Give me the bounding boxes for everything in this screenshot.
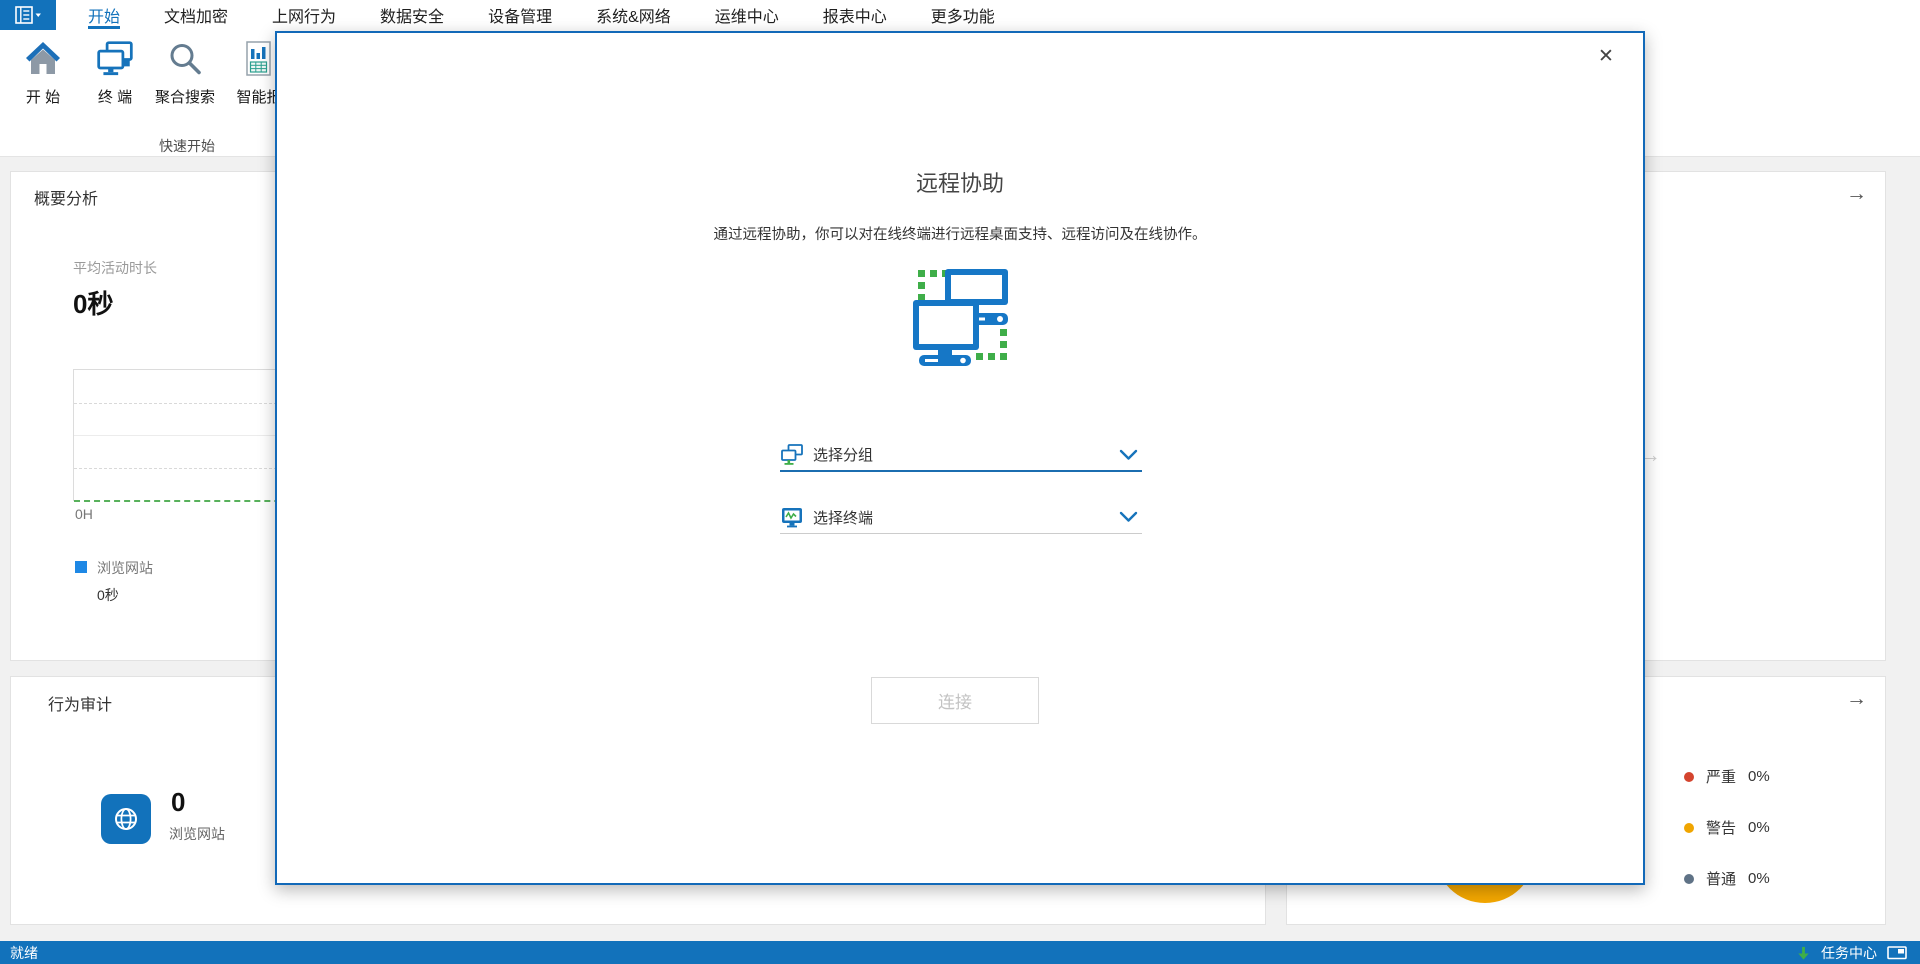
chevron-down-icon	[1119, 449, 1138, 461]
alarm-legend-warning: 警告 0%	[1684, 817, 1770, 838]
terminal-select[interactable]: 选择终端	[780, 501, 1142, 534]
group-select-placeholder: 选择分组	[813, 444, 873, 465]
dialog-title: 远程协助	[277, 166, 1643, 198]
warning-dot	[1684, 823, 1694, 833]
ribbon-search-label: 聚合搜索	[155, 86, 215, 107]
browse-web-count: 0	[171, 787, 185, 818]
tab-ops-center[interactable]: 运维中心	[715, 0, 779, 30]
summary-panel-title: 概要分析	[34, 185, 98, 209]
tab-report-center[interactable]: 报表中心	[823, 0, 887, 30]
status-bar: 就绪 任务中心	[0, 941, 1920, 964]
browse-web-tile[interactable]	[101, 794, 151, 844]
menu-bar: 开始 文档加密 上网行为 数据安全 设备管理 系统&网络 运维中心 报表中心 更…	[0, 0, 1920, 30]
globe-icon	[112, 805, 140, 833]
terminal-monitor-icon	[780, 506, 804, 529]
home-icon	[23, 39, 63, 79]
download-arrow-icon	[1796, 945, 1811, 961]
legend-label: 浏览网站	[97, 558, 153, 578]
tab-web-behavior[interactable]: 上网行为	[272, 0, 336, 30]
tab-data-security[interactable]: 数据安全	[380, 0, 444, 30]
task-window-icon[interactable]	[1887, 945, 1908, 960]
search-icon	[166, 41, 204, 79]
severe-label: 严重	[1706, 766, 1736, 787]
severe-dot	[1684, 772, 1694, 782]
ribbon-search-button[interactable]: 聚合搜索	[152, 37, 218, 107]
severe-value: 0%	[1748, 768, 1770, 785]
tab-system-network[interactable]: 系统&网络	[596, 0, 671, 30]
avg-activity-label: 平均活动时长	[73, 258, 157, 278]
ribbon-terminal-label: 终 端	[98, 86, 132, 107]
tab-device-management[interactable]: 设备管理	[488, 0, 552, 30]
chevron-down-icon	[1119, 511, 1138, 523]
smart-report-icon	[240, 39, 278, 79]
ribbon-start-label: 开 始	[26, 86, 60, 107]
group-monitors-icon	[780, 443, 804, 466]
app-document-icon	[15, 6, 42, 25]
connect-button[interactable]: 连接	[871, 677, 1039, 724]
ribbon-group-label: 快速开始	[120, 136, 254, 156]
tab-more-functions[interactable]: 更多功能	[931, 0, 995, 30]
menu-tabs: 开始 文档加密 上网行为 数据安全 设备管理 系统&网络 运维中心 报表中心 更…	[88, 0, 995, 30]
app-menu-button[interactable]	[0, 0, 56, 30]
ribbon-terminal-button[interactable]: 终 端	[82, 37, 148, 107]
panel-forward-arrow[interactable]: →	[1846, 687, 1867, 711]
terminal-select-placeholder: 选择终端	[813, 507, 873, 528]
tab-start[interactable]: 开始	[88, 0, 120, 30]
alarm-legend-normal: 普通 0%	[1684, 868, 1770, 889]
normal-value: 0%	[1748, 870, 1770, 887]
remote-computers-illustration	[910, 267, 1010, 378]
task-center-link[interactable]: 任务中心	[1821, 943, 1877, 963]
status-right-group: 任务中心	[1796, 943, 1908, 963]
warning-value: 0%	[1748, 819, 1770, 836]
tab-doc-encryption[interactable]: 文档加密	[164, 0, 228, 30]
alarm-legend-severe: 严重 0%	[1684, 766, 1770, 787]
avg-activity-value: 0秒	[73, 284, 113, 321]
legend-value: 0秒	[97, 585, 119, 605]
browse-web-label: 浏览网站	[169, 824, 225, 844]
terminals-icon	[95, 39, 135, 79]
dialog-description: 通过远程协助，你可以对在线终端进行远程桌面支持、远程访问及在线协作。	[277, 223, 1643, 244]
remote-assistance-dialog: ✕ 远程协助 通过远程协助，你可以对在线终端进行远程桌面支持、远程访问及在线协作…	[275, 31, 1645, 885]
panel-forward-arrow[interactable]: →	[1846, 182, 1867, 206]
app-window: 开始 文档加密 上网行为 数据安全 设备管理 系统&网络 运维中心 报表中心 更…	[0, 0, 1920, 964]
warning-label: 警告	[1706, 817, 1736, 838]
group-select[interactable]: 选择分组	[780, 439, 1142, 472]
normal-label: 普通	[1706, 868, 1736, 889]
remote-connection-icon	[910, 267, 1010, 373]
ribbon-start-button[interactable]: 开 始	[10, 37, 76, 107]
close-icon[interactable]: ✕	[1591, 41, 1621, 71]
legend-swatch	[75, 561, 87, 573]
normal-dot	[1684, 874, 1694, 884]
status-ready-text: 就绪	[10, 943, 38, 963]
chart-axis-label: 0H	[75, 506, 93, 522]
audit-panel-title: 行为审计	[48, 691, 112, 715]
